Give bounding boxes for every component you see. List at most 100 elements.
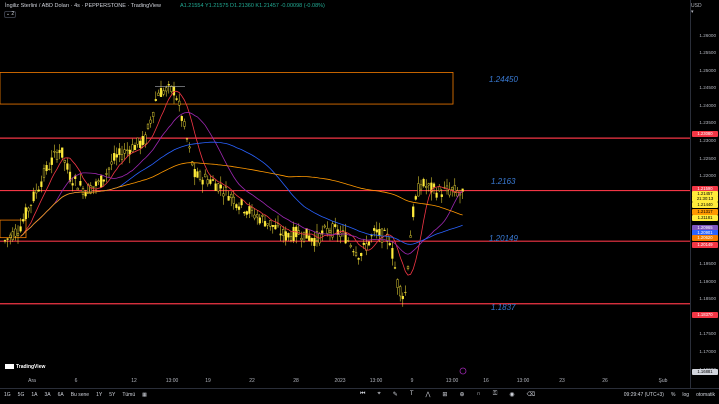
candle-body [11, 231, 14, 241]
lock-icon[interactable]: ⚿ [493, 391, 498, 398]
candle-body [16, 233, 20, 236]
cursor-icon[interactable]: ⌖ [377, 391, 380, 398]
zoom-icon[interactable]: ⊕ [459, 391, 464, 398]
candle-body [378, 228, 381, 237]
replay-icon[interactable]: ⏮ [360, 391, 365, 398]
candle-body [302, 231, 306, 242]
candle-body [206, 179, 209, 185]
candle-body [362, 242, 365, 245]
candle-body [126, 149, 129, 151]
range-button-1y[interactable]: 1Y [96, 392, 102, 398]
range-button-6a[interactable]: 6A [58, 392, 64, 398]
candle-body [55, 151, 59, 160]
candle-body [360, 253, 363, 257]
pencil-icon[interactable]: ✎ [393, 391, 398, 398]
candle-body [334, 224, 337, 227]
candle-body [243, 212, 246, 214]
scale-option-percent[interactable]: % [671, 392, 675, 398]
scale-option-log[interactable]: log [682, 392, 689, 398]
price-scale[interactable]: USD ▾ 1.26000 1.25500 1.25000 1.24500 1.2400… [690, 0, 719, 388]
price-scale-label: 1.25000 [699, 67, 716, 73]
magnet-icon[interactable]: ∩ [476, 391, 480, 398]
candle-body [188, 146, 191, 149]
candle-body [284, 231, 287, 241]
price-tag: 1.18370 [692, 312, 718, 318]
calendar-icon[interactable]: ▦ [142, 392, 147, 398]
chart-legend-title[interactable]: İngiliz Sterlini / ABD Doları · 4s · PEP… [5, 3, 161, 9]
range-button-tümü[interactable]: Tümü [122, 392, 135, 398]
candle-body [305, 228, 308, 239]
watermark-text: TradingView [16, 364, 46, 370]
supply-zone [0, 72, 454, 105]
candle-body [276, 223, 280, 227]
range-button-1g[interactable]: 1G [4, 392, 11, 398]
candle-body [110, 161, 113, 165]
candle-body [456, 190, 459, 197]
candle-body [9, 234, 12, 238]
candle-body [118, 148, 121, 156]
candle-body [211, 179, 215, 181]
candle-body [253, 214, 256, 219]
candle-body [274, 225, 277, 230]
candle-body [45, 165, 48, 172]
pattern-icon[interactable]: ⋀ [426, 391, 431, 398]
candle-body [6, 238, 9, 240]
candle-body [53, 150, 56, 153]
price-tag: 1.20149 [692, 242, 718, 248]
clock-label[interactable]: 09:29:47 (UTC+3) [624, 392, 664, 398]
range-button-5g[interactable]: 5G [18, 392, 25, 398]
line-label-12163: 1.2163 [491, 177, 516, 186]
trash-icon[interactable]: ⌫ [527, 391, 535, 398]
chart-tools: ⏮ ⌖ ✎ T ⋀ ⊞ ⊕ ∩ ⚿ ◉ ⌫ [360, 391, 535, 398]
candle-body [123, 149, 126, 154]
scale-option-otomatik[interactable]: otomatik [696, 392, 715, 398]
time-axis-label: 19 [205, 378, 211, 384]
candle-body [422, 178, 425, 187]
legend-collapse-button[interactable]: ⌄ 2 [4, 11, 16, 18]
time-axis[interactable]: Ara 6 12 13:00 19 22 28 2023 13:00 9 13:00 16 13:00 2… [0, 375, 690, 388]
price-chart[interactable] [0, 0, 690, 388]
candle-body [136, 137, 139, 145]
price-scale-label: 1.17500 [699, 331, 716, 337]
chart-area[interactable]: İngiliz Sterlini / ABD Doları · 4s · PEP… [0, 0, 690, 388]
candle-body [76, 187, 79, 191]
candle-body [440, 194, 443, 197]
candle-body [63, 160, 66, 163]
candle-body [432, 183, 436, 188]
price-tag: 1.21440 [692, 202, 718, 208]
candle-body [323, 225, 326, 228]
candle-body [42, 168, 46, 178]
candle-body [388, 243, 391, 246]
candle-body [217, 183, 220, 192]
price-scale-label: 1.18500 [699, 296, 716, 302]
eye-icon[interactable]: ◉ [509, 391, 514, 398]
range-button-3a[interactable]: 3A [44, 392, 50, 398]
moving-average-line [20, 90, 463, 276]
range-button-1a[interactable]: 1A [31, 392, 37, 398]
candle-body [383, 229, 386, 231]
text-icon[interactable]: T [410, 391, 414, 398]
line-label-124450: 1.24450 [489, 75, 518, 84]
candle-body [152, 112, 155, 117]
time-axis-label: Şub [658, 378, 668, 384]
candle-body [32, 191, 35, 202]
measure-icon[interactable]: ⊞ [442, 391, 447, 398]
range-button-bu-sene[interactable]: Bu sene [71, 392, 89, 398]
candle-body [240, 198, 243, 206]
price-tag: 1.21317 [692, 209, 718, 215]
candle-body [292, 226, 295, 242]
range-button-5y[interactable]: 5Y [109, 392, 115, 398]
currency-selector[interactable]: USD ▾ [691, 3, 703, 15]
time-axis-label: 13:00 [165, 378, 179, 384]
price-scale-label: 1.23500 [699, 120, 716, 126]
time-axis-label: 13:00 [369, 378, 383, 384]
candle-body [401, 296, 404, 300]
candle-body [425, 186, 428, 188]
scale-options: 09:29:47 (UTC+3) % log otomatik [624, 392, 715, 398]
price-scale-label: 1.25500 [699, 50, 716, 56]
candle-body [412, 206, 415, 218]
candle-body [139, 140, 142, 148]
candle-body [219, 184, 222, 189]
price-scale-label: 1.17000 [699, 348, 716, 354]
candle-body [328, 230, 332, 233]
